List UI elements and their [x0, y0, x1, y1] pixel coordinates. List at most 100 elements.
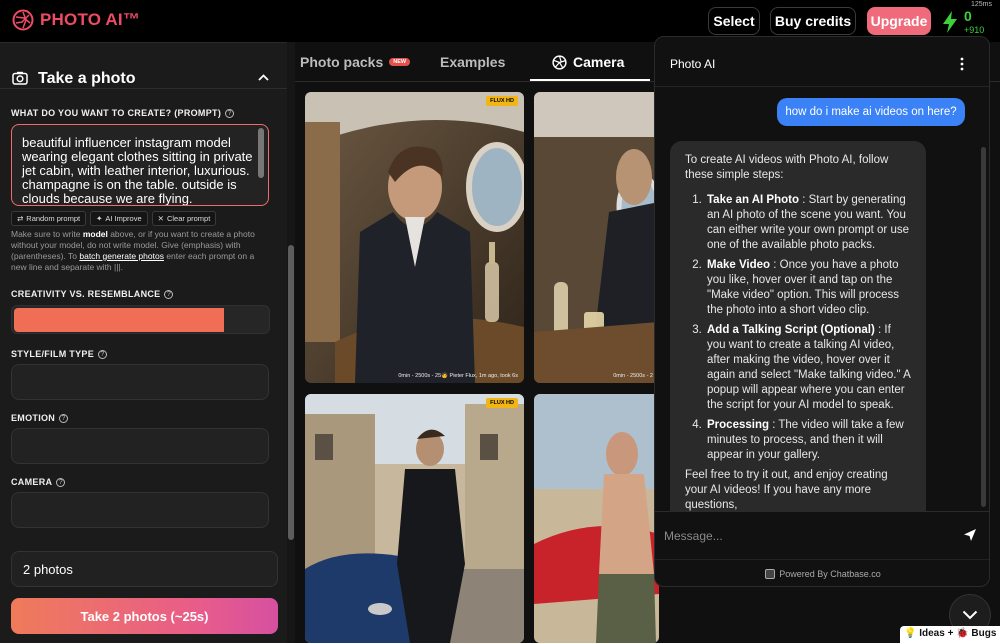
help-icon[interactable]: ? [225, 108, 235, 118]
chatbase-icon [765, 569, 776, 579]
prompt-label: WHAT DO YOU WANT TO CREATE? (PROMPT) ? [11, 108, 235, 118]
photo-caption: 0min - 2500s - 2 [613, 373, 653, 379]
chevron-down-icon [962, 610, 978, 620]
style-label-text: STYLE/FILM TYPE [11, 349, 95, 359]
photo-jet-cabin [305, 92, 524, 383]
style-select[interactable] [11, 364, 269, 400]
creativity-slider-fill [14, 308, 224, 332]
bot-outro: Feel free to try it out, and enjoy creat… [685, 469, 888, 511]
section-title: Take a photo [38, 70, 136, 87]
photo-street-car [305, 394, 524, 643]
send-icon[interactable] [963, 528, 977, 542]
chat-scrollbar[interactable] [981, 147, 986, 507]
camera-icon [12, 71, 28, 85]
emotion-select[interactable] [11, 428, 269, 464]
message-input[interactable]: Message... [664, 529, 723, 543]
tab-examples[interactable]: Examples [440, 54, 505, 70]
step-title: Processing [707, 419, 769, 431]
take-photo-header[interactable]: Take a photo [0, 53, 287, 89]
emotion-label-text: EMOTION [11, 413, 56, 423]
tab-camera[interactable]: Camera [552, 54, 624, 70]
logo-icon [12, 9, 34, 31]
powered-by-text: Powered By Chatbase.co [779, 569, 881, 579]
step-item: Add a Talking Script (Optional) : If you… [705, 323, 911, 413]
close-icon: ✕ [157, 214, 164, 223]
credits-delta: +910 [964, 25, 985, 35]
prompt-chips: ⇄ Random prompt ✦ AI Improve ✕ Clear pro… [11, 211, 217, 226]
help-text-bold: model [82, 229, 108, 239]
creativity-label: CREATIVITY VS. RESEMBLANCE ? [11, 289, 174, 299]
bot-message: To create AI videos with Photo AI, follo… [670, 141, 926, 521]
buy-credits-button[interactable]: Buy credits [770, 7, 856, 35]
camera-select[interactable] [11, 492, 269, 528]
shuffle-icon: ⇄ [17, 214, 24, 223]
creativity-slider[interactable] [11, 305, 270, 334]
step-item: Take an AI Photo : Start by generating a… [705, 193, 911, 253]
photo-jet-cabin-2 [534, 92, 659, 383]
steps-list: Take an AI Photo : Start by generating a… [685, 193, 911, 463]
random-prompt-label: Random prompt [26, 214, 81, 223]
user-message: how do i make ai videos on here? [777, 98, 965, 126]
batch-generate-link[interactable]: batch generate photos [79, 251, 164, 261]
active-tab-indicator [530, 79, 650, 81]
chat-header: Photo AI [655, 37, 989, 87]
credits-count: 0 [964, 8, 972, 24]
powered-by[interactable]: Powered By Chatbase.co [655, 559, 989, 586]
chevron-up-icon[interactable] [258, 74, 269, 81]
step-title: Take an AI Photo [707, 194, 800, 206]
timer-readout: 125ms [970, 1, 992, 8]
chat-input-area[interactable]: Message... [655, 511, 989, 559]
step-title: Add a Talking Script (Optional) [707, 324, 875, 336]
logo[interactable]: PHOTO AI™ [12, 9, 140, 31]
tab-photo-packs-label: Photo packs [300, 54, 384, 70]
left-scrollbar-thumb[interactable] [288, 245, 294, 540]
tab-photo-packs[interactable]: Photo packs NEW [300, 54, 411, 70]
bot-intro: To create AI videos with Photo AI, follo… [685, 154, 889, 181]
step-title: Make Video [707, 259, 771, 271]
tab-camera-label: Camera [573, 54, 625, 70]
photo-count-select[interactable]: 2 photos [11, 551, 278, 587]
upgrade-button[interactable]: Upgrade [867, 7, 931, 35]
emotion-label: EMOTION ? [11, 413, 69, 423]
help-text-1: Make sure to write [11, 229, 83, 239]
step-item: Processing : The video will take a few m… [705, 418, 911, 463]
left-panel: Take a photo WHAT DO YOU WANT TO CREATE?… [0, 42, 287, 643]
sparkle-icon: ✦ [96, 214, 103, 223]
help-icon[interactable]: ? [56, 477, 66, 487]
clear-prompt-label: Clear prompt [166, 214, 211, 223]
gallery-photo[interactable]: FLUX HD 0min - 2500s - 25🧑 Pieter Flux, … [305, 92, 524, 383]
flux-hd-badge: FLUX HD [486, 96, 518, 106]
help-icon[interactable]: ? [98, 349, 108, 359]
gallery-photo[interactable] [534, 394, 659, 643]
prompt-textarea[interactable]: beautiful influencer instagram model wea… [11, 124, 269, 206]
chat-title: Photo AI [670, 57, 716, 71]
select-button[interactable]: Select [708, 7, 760, 35]
app-root: PHOTO AI™ Select Buy credits Upgrade 0 +… [0, 0, 1000, 643]
photo-beach-car [534, 394, 659, 643]
ai-improve-label: AI Improve [105, 214, 142, 223]
more-options-icon[interactable] [955, 56, 969, 72]
take-photos-button[interactable]: Take 2 photos (~25s) [11, 598, 278, 634]
ideas-bugs-button[interactable]: 💡 Ideas + 🐞 Bugs [900, 626, 1000, 643]
step-text: : If you want to create a talking AI vid… [707, 324, 911, 411]
creativity-label-text: CREATIVITY VS. RESEMBLANCE [11, 289, 161, 299]
photo-caption: 0min - 2500s - 25🧑 Pieter Flux, 1m ago, … [398, 373, 518, 379]
clear-prompt-button[interactable]: ✕ Clear prompt [151, 211, 217, 226]
flux-hd-badge: FLUX HD [486, 398, 518, 408]
style-label: STYLE/FILM TYPE ? [11, 349, 108, 359]
ai-improve-button[interactable]: ✦ AI Improve [90, 211, 148, 226]
prompt-scrollbar[interactable] [258, 128, 264, 178]
camera-label-text: CAMERA [11, 477, 53, 487]
chat-widget: Photo AI how do i make ai videos on here… [654, 36, 990, 587]
new-badge: NEW [389, 58, 411, 66]
prompt-help-text: Make sure to write model above, or if yo… [11, 229, 271, 273]
prompt-label-text: WHAT DO YOU WANT TO CREATE? (PROMPT) [11, 108, 222, 118]
help-icon[interactable]: ? [164, 289, 174, 299]
random-prompt-button[interactable]: ⇄ Random prompt [11, 211, 87, 226]
gallery-photo[interactable]: FLUX HD [305, 394, 524, 643]
logo-text: PHOTO AI™ [40, 10, 141, 29]
gallery-photo[interactable]: 0min - 2500s - 2 [534, 92, 659, 383]
help-icon[interactable]: ? [59, 413, 69, 423]
bolt-icon [943, 11, 957, 33]
camera-label: CAMERA ? [11, 477, 66, 487]
